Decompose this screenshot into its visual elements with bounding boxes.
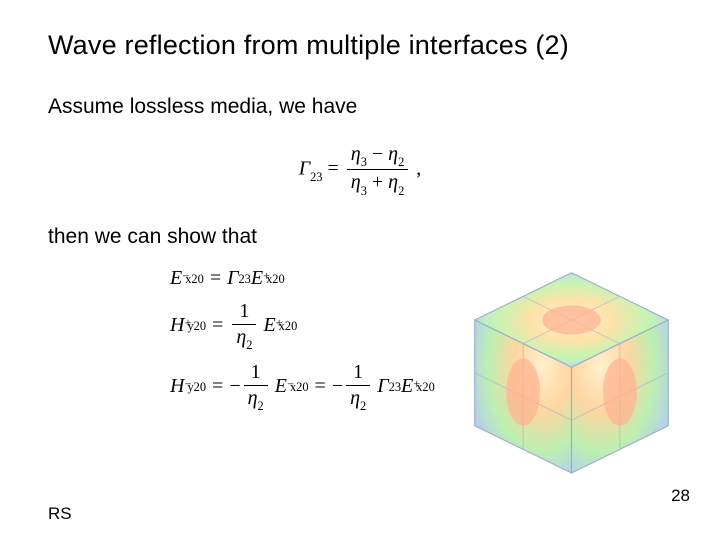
page-number: 28 bbox=[671, 486, 690, 506]
eq-sign-c2: = bbox=[315, 375, 326, 398]
eta3-num: η bbox=[351, 143, 361, 165]
fraction-gamma: η3 − η2 η3 + η2 bbox=[347, 143, 409, 197]
eta2-num-sub: 2 bbox=[398, 155, 404, 169]
E-rhs-a: E bbox=[251, 267, 263, 290]
H-sym-c: H bbox=[170, 375, 184, 398]
decorative-cube-illustration bbox=[459, 257, 684, 482]
eq-sign-b: = bbox=[212, 314, 223, 337]
eta-c1: η bbox=[248, 387, 258, 409]
eta3-den: η bbox=[351, 171, 361, 193]
footer: RS bbox=[48, 504, 672, 524]
E-rhs-a-sub: x20 bbox=[266, 272, 285, 287]
E-rhs-b: E bbox=[263, 314, 275, 337]
minus-op: − bbox=[372, 143, 383, 165]
E-sub-x20: x20 bbox=[185, 272, 204, 287]
eta3-den-sub: 3 bbox=[361, 184, 367, 198]
eta2-den-sub: 2 bbox=[398, 184, 404, 198]
eta2-b: 2 bbox=[246, 338, 252, 352]
one-c1: 1 bbox=[247, 361, 265, 384]
eta2-num: η bbox=[388, 143, 398, 165]
one-c2: 1 bbox=[349, 361, 367, 384]
eq-sign-c1: = bbox=[212, 375, 223, 398]
E-rhs-b-sub: x20 bbox=[279, 319, 298, 334]
gamma-symbol: Γ bbox=[299, 157, 310, 179]
E-mid-c: E bbox=[275, 375, 287, 398]
trailing-comma: , bbox=[416, 157, 421, 179]
eta2-c1: 2 bbox=[258, 399, 264, 413]
neg-c1: − bbox=[229, 375, 240, 398]
footer-left: RS bbox=[48, 504, 72, 524]
eta2-den: η bbox=[388, 171, 398, 193]
H-sub-y20-b: y20 bbox=[187, 319, 206, 334]
E-rhs-c: E bbox=[401, 375, 413, 398]
eta-b: η bbox=[236, 326, 246, 348]
one-b: 1 bbox=[235, 300, 253, 323]
slide-title: Wave reflection from multiple interfaces… bbox=[48, 30, 672, 61]
eta3-num-sub: 3 bbox=[361, 155, 367, 169]
E-mid-c-sub: x20 bbox=[290, 380, 309, 395]
equals-sign: = bbox=[327, 157, 343, 179]
eta2-c2: 2 bbox=[360, 399, 366, 413]
plus-op: + bbox=[372, 171, 383, 193]
gamma-a-sub: 23 bbox=[238, 272, 250, 287]
equation-gamma23: Γ23 = η3 − η2 η3 + η2 , bbox=[48, 143, 672, 197]
gamma-sub: 23 bbox=[310, 170, 322, 184]
H-sym-b: H bbox=[170, 314, 184, 337]
slide: Wave reflection from multiple interfaces… bbox=[0, 0, 720, 540]
gamma-c: Γ bbox=[377, 375, 388, 398]
gamma-c-sub: 23 bbox=[389, 380, 401, 395]
E-rhs-c-sub: x20 bbox=[416, 380, 435, 395]
eq-sign-a: = bbox=[210, 267, 221, 290]
frac-1-eta2-c1: 1 η2 bbox=[244, 361, 268, 412]
frac-1-eta2-c2: 1 η2 bbox=[346, 361, 370, 412]
gamma-a: Γ bbox=[227, 267, 238, 290]
frac-1-eta2-b: 1 η2 bbox=[232, 300, 256, 351]
intro-line-1: Assume lossless media, we have bbox=[48, 95, 672, 119]
E-sym: E bbox=[170, 267, 182, 290]
intro-line-2: then we can show that bbox=[48, 225, 672, 249]
neg-c2: − bbox=[332, 375, 343, 398]
H-sub-y20-c: y20 bbox=[187, 380, 206, 395]
eta-c2: η bbox=[350, 387, 360, 409]
